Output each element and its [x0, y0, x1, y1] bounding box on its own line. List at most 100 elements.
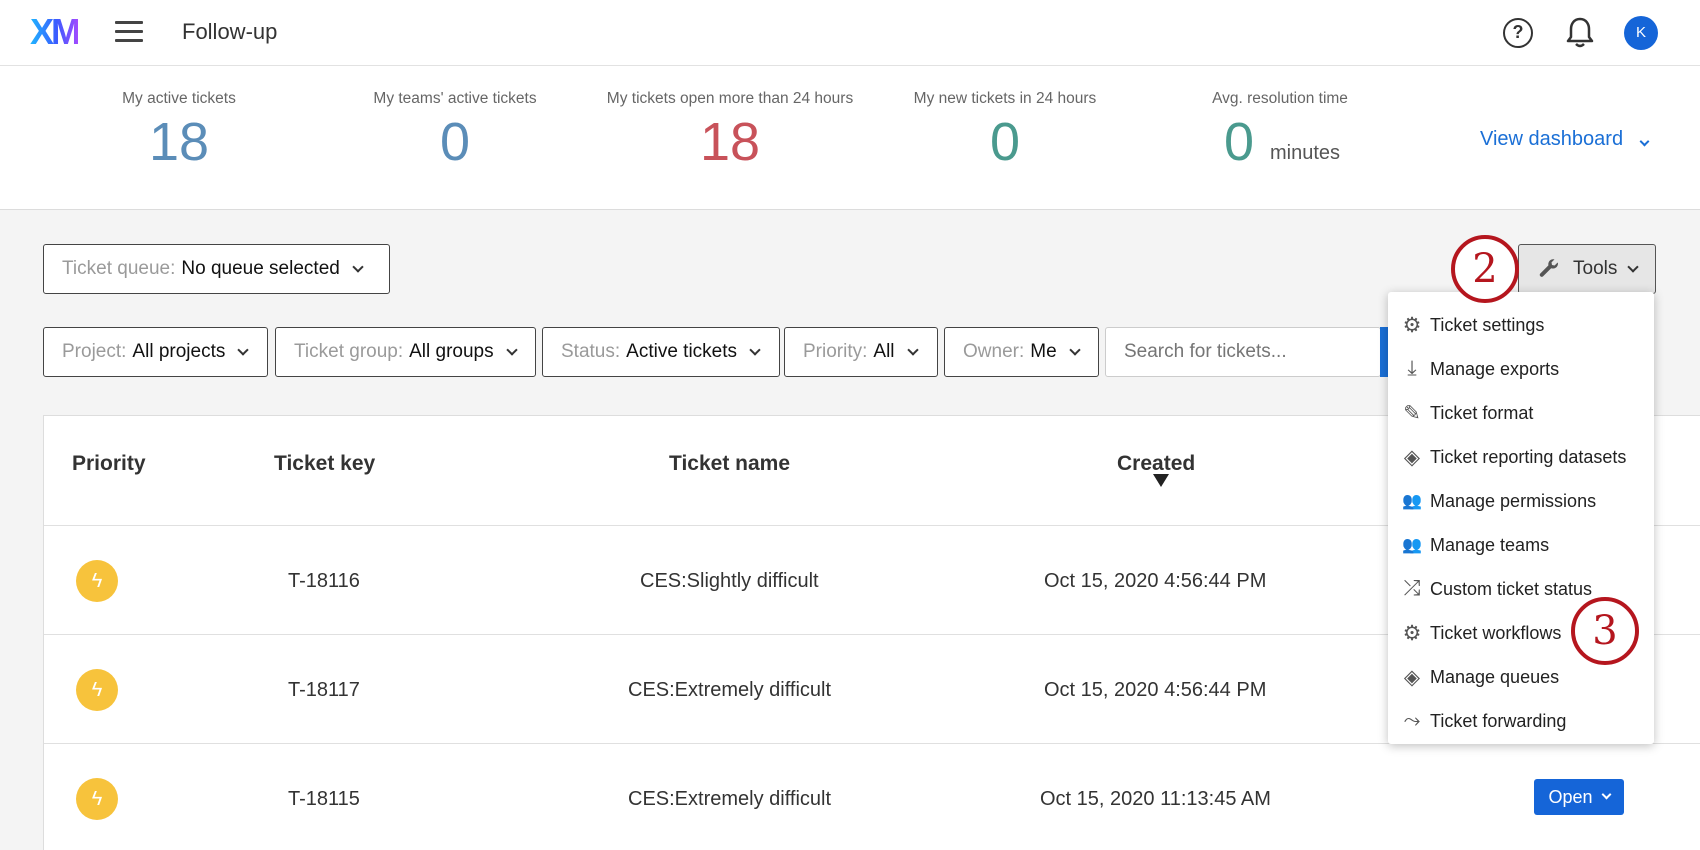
shuffle-icon: ⤮: [1403, 577, 1421, 600]
owner-filter[interactable]: Owner: Me: [944, 327, 1099, 377]
menu-item-label: Ticket format: [1430, 402, 1534, 423]
tools-button[interactable]: Tools: [1518, 244, 1656, 294]
menu-item-reporting-datasets[interactable]: ◈ Ticket reporting datasets: [1388, 435, 1654, 479]
menu-item-ticket-format[interactable]: ✎ Ticket format: [1388, 391, 1654, 435]
ticket-name: CES:Extremely difficult: [628, 679, 832, 701]
chevron-down-icon: [1068, 343, 1081, 356]
menu-item-manage-teams[interactable]: 👥 Manage teams: [1388, 523, 1654, 567]
queue-value: No queue selected: [181, 258, 340, 279]
page-title: Follow-up: [182, 19, 278, 44]
table-row[interactable]: ϟ T-18115 CES:Extremely difficult Oct 15…: [44, 743, 1700, 850]
lightning-icon: ϟ: [76, 669, 118, 711]
ticket-key: T-18116: [288, 570, 360, 592]
user-forward-icon: ⤳: [1403, 709, 1421, 732]
ticket-name: CES:Slightly difficult: [640, 570, 819, 592]
tools-menu: ⚙ Ticket settings ⤓ Manage exports ✎ Tic…: [1388, 292, 1654, 744]
stat-open-24h: My tickets open more than 24 hours 18: [600, 90, 860, 172]
menu-item-ticket-settings[interactable]: ⚙ Ticket settings: [1388, 303, 1654, 347]
ticket-name: CES:Extremely difficult: [628, 788, 832, 810]
menu-item-ticket-forwarding[interactable]: ⤳ Ticket forwarding: [1388, 699, 1654, 743]
view-dashboard-link[interactable]: View dashboard: [1480, 128, 1650, 151]
menu-item-label: Ticket reporting datasets: [1430, 446, 1627, 467]
chevron-down-icon: [352, 260, 364, 273]
filter-label: Status:: [561, 341, 621, 362]
gear-icon: ⚙: [1402, 313, 1422, 337]
ticket-queue-select[interactable]: Ticket queue: No queue selected: [43, 244, 390, 294]
menu-item-manage-permissions[interactable]: 👥 Manage permissions: [1388, 479, 1654, 523]
bell-icon[interactable]: [1565, 16, 1595, 50]
header-ticket-key[interactable]: Ticket key: [274, 452, 375, 476]
chevron-down-icon: [906, 343, 919, 356]
stat-label: My teams' active tickets: [373, 90, 537, 107]
header-created[interactable]: Created: [1117, 452, 1195, 476]
stat-new-24h: My new tickets in 24 hours 0: [875, 90, 1135, 172]
pencil-icon: ✎: [1403, 401, 1421, 425]
menu-item-label: Manage queues: [1430, 666, 1560, 687]
chevron-down-icon: [237, 343, 250, 356]
lightning-icon: ϟ: [76, 778, 118, 820]
lightning-icon: ϟ: [76, 560, 118, 602]
filter-label: Project:: [62, 341, 127, 362]
gears-icon: ⚙: [1402, 621, 1422, 645]
header-priority[interactable]: Priority: [72, 452, 146, 476]
chevron-down-icon: [505, 343, 518, 356]
ticket-key: T-18115: [288, 788, 360, 810]
menu-item-label: Custom ticket status: [1430, 578, 1593, 599]
sort-descending-icon: [1153, 474, 1169, 487]
menu-item-label: Ticket workflows: [1430, 622, 1562, 643]
stat-my-active: My active tickets 18: [49, 90, 309, 172]
filter-value: All groups: [409, 341, 494, 362]
ticket-key: T-18117: [288, 679, 360, 701]
priority-filter[interactable]: Priority: All: [784, 327, 938, 377]
users-icon: 👥: [1402, 493, 1422, 510]
chevron-down-icon: [1639, 136, 1650, 147]
menu-item-label: Manage teams: [1430, 534, 1550, 555]
stat-value: 18: [699, 112, 761, 172]
ticket-created: Oct 15, 2020 11:13:45 AM: [1040, 788, 1271, 810]
status-filter[interactable]: Status: Active tickets: [542, 327, 780, 377]
stat-label: Avg. resolution time: [1212, 90, 1348, 107]
ticket-group-filter[interactable]: Ticket group: All groups: [275, 327, 536, 377]
menu-item-label: Manage exports: [1430, 358, 1560, 379]
ticket-tag-icon: ◈: [1403, 445, 1421, 469]
filter-value: All: [873, 341, 895, 362]
wrench-icon: [1539, 259, 1559, 277]
chevron-down-icon: [749, 343, 761, 356]
header-ticket-name[interactable]: Ticket name: [669, 452, 790, 476]
callout-step-2: 2: [1451, 235, 1519, 303]
filter-value: All projects: [132, 341, 226, 362]
question-circle-icon[interactable]: ?: [1503, 18, 1533, 48]
status-open-button[interactable]: Open: [1534, 779, 1624, 815]
users-icon: 👥: [1402, 537, 1422, 554]
filter-label: Ticket group:: [294, 341, 404, 362]
stat-value: 18: [148, 112, 210, 172]
menu-item-label: Ticket settings: [1430, 314, 1545, 335]
status-label: Open: [1548, 786, 1593, 807]
stat-label: My tickets open more than 24 hours: [606, 90, 854, 107]
chevron-down-icon: [1627, 260, 1640, 273]
menu-item-manage-exports[interactable]: ⤓ Manage exports: [1388, 347, 1654, 391]
tools-label: Tools: [1573, 258, 1618, 279]
menu-item-label: Ticket forwarding: [1430, 710, 1567, 731]
tags-icon: ◈: [1403, 665, 1421, 689]
project-filter[interactable]: Project: All projects: [43, 327, 268, 377]
xm-logo[interactable]: XM: [30, 14, 81, 50]
stat-label: My active tickets: [122, 90, 236, 107]
view-dashboard-label: View dashboard: [1480, 128, 1624, 150]
download-icon: ⤓: [1407, 357, 1417, 380]
stat-unit: minutes: [1270, 142, 1341, 164]
stat-value: 0: [439, 112, 471, 172]
callout-step-3: 3: [1571, 597, 1639, 665]
ticket-created: Oct 15, 2020 4:56:44 PM: [1044, 570, 1267, 592]
ticket-created: Oct 15, 2020 4:56:44 PM: [1044, 679, 1267, 701]
filter-value: Me: [1030, 341, 1057, 362]
queue-label: Ticket queue:: [62, 258, 176, 279]
hamburger-menu-icon[interactable]: [115, 21, 145, 45]
stat-value: 0: [989, 112, 1021, 172]
stats-band: My active tickets 18 My teams' active ti…: [0, 66, 1700, 210]
avatar[interactable]: K: [1624, 16, 1658, 50]
filter-value: Active tickets: [626, 341, 738, 362]
chevron-down-icon: [1601, 789, 1611, 800]
search-input[interactable]: [1105, 327, 1381, 377]
stat-label: My new tickets in 24 hours: [913, 90, 1097, 107]
